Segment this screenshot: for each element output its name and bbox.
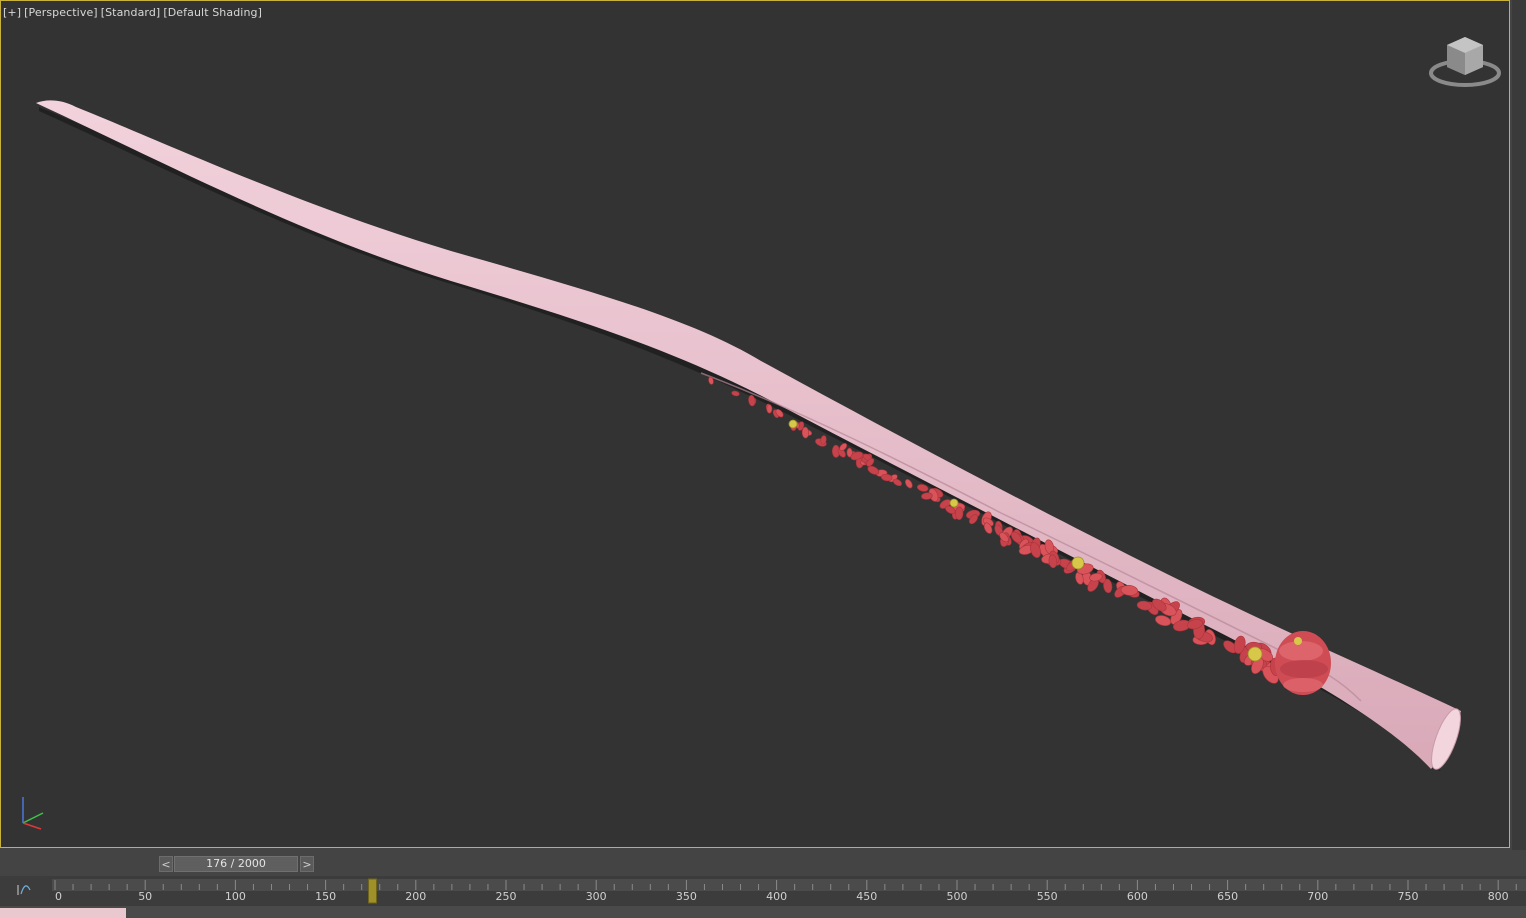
trackbar-tick-label: 700: [1307, 890, 1328, 903]
trackbar-tick-label: 0: [55, 890, 62, 903]
trackbar-tick-label: 150: [315, 890, 336, 903]
axis-tripod-icon: [22, 797, 44, 830]
trackbar-tick-label: 650: [1217, 890, 1238, 903]
red-blood-cell: [766, 404, 773, 414]
cell-cluster[interactable]: [1275, 631, 1331, 695]
red-blood-cell: [955, 506, 964, 520]
trackbar-tick-label: 200: [405, 890, 426, 903]
right-side-panel-edge: [1512, 0, 1526, 850]
time-slider[interactable]: < 176 / 2000 >: [0, 850, 1526, 876]
trackbar-tick-label: 350: [676, 890, 697, 903]
trackbar-tick-label: 300: [586, 890, 607, 903]
trackbar-tick-label: 50: [138, 890, 152, 903]
blood-vessel[interactable]: [36, 100, 1461, 770]
trackbar-tick-label: 600: [1127, 890, 1148, 903]
prev-frame-button[interactable]: <: [159, 856, 173, 872]
viewcube-icon[interactable]: [1425, 33, 1505, 93]
trackbar-tick-label: 250: [496, 890, 517, 903]
trackbar-tick-label: 450: [856, 890, 877, 903]
trackbar-tick-label: 100: [225, 890, 246, 903]
trackbar-track[interactable]: [52, 879, 1526, 891]
perspective-viewport[interactable]: [+] [Perspective] [Standard] [Default Shadi…: [0, 0, 1510, 848]
white-blood-cell: [788, 419, 798, 429]
current-frame-marker[interactable]: [368, 878, 378, 904]
red-blood-cell: [880, 473, 893, 482]
red-blood-cell: [904, 479, 913, 489]
vessel-shadow: [39, 107, 1441, 771]
status-bar: [0, 906, 1526, 918]
white-blood-cell: [1247, 646, 1263, 662]
red-blood-cell: [801, 426, 810, 439]
trackbar-ruler[interactable]: 0 50 100 150 200 250 300 350 400 450 500 550 600 650 7…: [0, 876, 1526, 906]
maxscript-listener-field[interactable]: [0, 908, 126, 918]
viewport-shading-menu[interactable]: [Default Shading]: [163, 6, 262, 19]
viewport-view-menu[interactable]: [Perspective]: [24, 6, 98, 19]
scene-canvas[interactable]: [1, 1, 1510, 848]
next-frame-button[interactable]: >: [300, 856, 314, 872]
trackbar-tick-label: 800: [1488, 890, 1509, 903]
curve-editor-icon[interactable]: [17, 885, 31, 895]
white-blood-cell: [1071, 556, 1085, 570]
frame-indicator[interactable]: 176 / 2000: [174, 856, 298, 872]
trackbar[interactable]: 0 50 100 150 200 250 300 350 400 450 500 550 600 650 7…: [0, 876, 1526, 906]
trackbar-tick-label: 750: [1398, 890, 1419, 903]
white-blood-cell: [949, 498, 959, 508]
viewport-standard-menu[interactable]: [Standard]: [101, 6, 161, 19]
trackbar-tick-label: 400: [766, 890, 787, 903]
trackbar-tick-label: 500: [947, 890, 968, 903]
viewport-label-menu[interactable]: [+] [Perspective] [Standard] [Default Shadi…: [3, 6, 265, 19]
blood-cells-group: [708, 376, 1296, 684]
viewport-plus-menu[interactable]: [+]: [3, 6, 21, 19]
trackbar-tick-label: 550: [1037, 890, 1058, 903]
red-blood-cell: [731, 390, 740, 397]
trackbar-tick-labels: 0 50 100 150 200 250 300 350 400 450 500 550 600 650 7…: [55, 890, 1509, 903]
